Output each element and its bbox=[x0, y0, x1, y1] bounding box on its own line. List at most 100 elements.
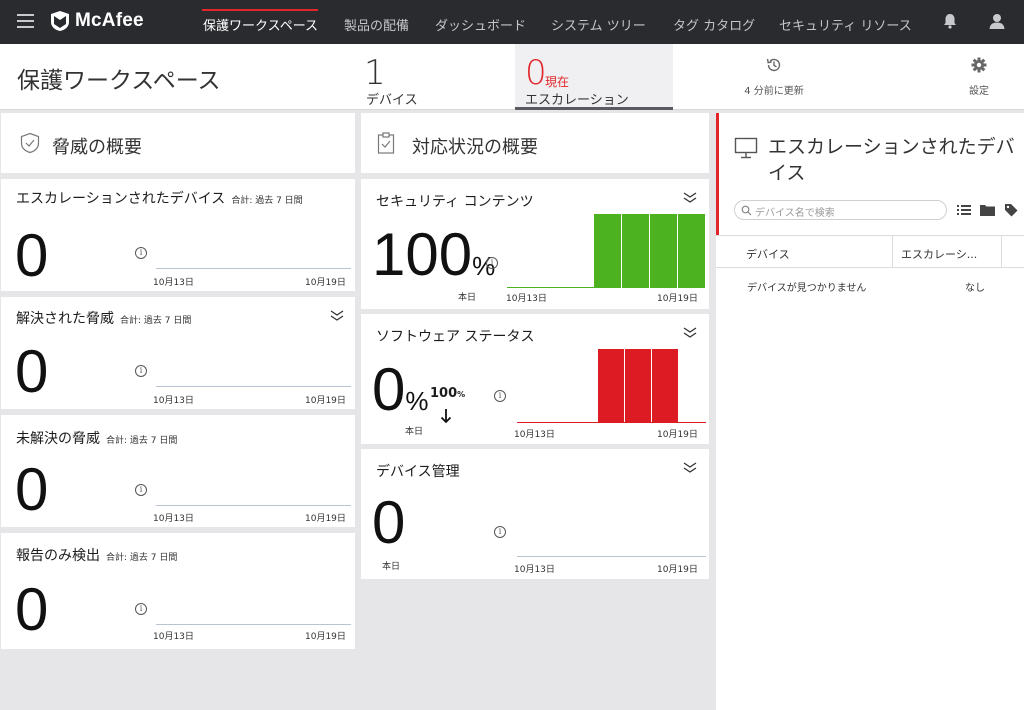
updated-text: 4 分前に更新 bbox=[744, 86, 804, 97]
info-icon[interactable]: i bbox=[494, 390, 506, 402]
widget-value: 0 bbox=[15, 222, 49, 289]
unresolved-threats-widget[interactable]: 未解決の脅威 合計: 過去 7 日間 0 i 10月13日 10月19日 bbox=[1, 415, 355, 527]
page-title: 保護ワークスペース bbox=[17, 68, 221, 94]
info-icon[interactable]: i bbox=[135, 603, 147, 615]
chevron-down-icon[interactable] bbox=[683, 462, 697, 474]
info-icon[interactable]: i bbox=[486, 257, 498, 269]
change-indicator: 100% bbox=[430, 386, 466, 401]
axis-end-label: 10月19日 bbox=[305, 396, 346, 406]
history-icon bbox=[766, 58, 781, 72]
device-table-header: デバイス エスカレーシ... bbox=[716, 235, 1024, 268]
resolved-threats-widget[interactable]: 解決された脅威 合計: 過去 7 日間 0 i 10月13日 10月19日 bbox=[1, 297, 355, 409]
axis-start-label: 10月13日 bbox=[514, 565, 555, 575]
gear-icon bbox=[971, 57, 987, 73]
search-placeholder: デバイス名で検索 bbox=[755, 208, 835, 219]
settings-button[interactable]: 設定 bbox=[962, 56, 996, 97]
tag-icon[interactable] bbox=[1004, 203, 1018, 217]
arrow-down-icon bbox=[440, 409, 452, 424]
nav-product-deployment[interactable]: 製品の配備 bbox=[344, 15, 409, 34]
axis-start-label: 10月13日 bbox=[153, 514, 194, 524]
column-header-device[interactable]: デバイス bbox=[746, 246, 790, 262]
software-status-widget[interactable]: ソフトウェア ステータス 0% 100% 本日 i 10月13日 10月19日 bbox=[361, 314, 709, 444]
axis-start-label: 10月13日 bbox=[153, 396, 194, 406]
nav-security-resources[interactable]: セキュリティ リソース bbox=[779, 15, 912, 34]
baseline bbox=[507, 287, 594, 288]
security-content-trend-chart bbox=[507, 214, 706, 288]
axis-end-label: 10月19日 bbox=[305, 278, 346, 288]
escalated-devices-widget[interactable]: エスカレーションされたデバイス 合計: 過去 7 日間 0 i 10月13日 10… bbox=[1, 179, 355, 291]
panel-accent-bar bbox=[716, 113, 719, 235]
monitor-icon bbox=[734, 137, 758, 159]
nav-protection-workspace[interactable]: 保護ワークスペース bbox=[203, 15, 318, 34]
mcafee-logo[interactable]: McAfee bbox=[50, 10, 144, 32]
bar-day-5 bbox=[622, 214, 649, 288]
axis-end-label: 10月19日 bbox=[657, 565, 698, 575]
chevron-down-icon[interactable] bbox=[330, 310, 344, 322]
widget-value: 0% bbox=[372, 356, 429, 423]
bar-day-6 bbox=[652, 349, 678, 423]
brand-name: McAfee bbox=[75, 10, 144, 31]
column-header-escalation[interactable]: エスカレーシ... bbox=[901, 246, 977, 262]
axis-end-label: 10月19日 bbox=[305, 514, 346, 524]
axis-start-label: 10月13日 bbox=[153, 632, 194, 642]
widget-title: 報告のみ検出 合計: 過去 7 日間 bbox=[16, 548, 178, 564]
column-divider[interactable] bbox=[1001, 236, 1002, 267]
empty-value: なし bbox=[965, 283, 985, 294]
devices-label: デバイス bbox=[366, 93, 418, 108]
workspace-header: 保護ワークスペース 1 デバイス 0 現在 エスカレーション 4 分前に更新 設… bbox=[0, 44, 1024, 110]
chevron-down-icon[interactable] bbox=[683, 327, 697, 339]
bar-day-6 bbox=[650, 214, 677, 288]
bell-icon[interactable] bbox=[941, 12, 959, 30]
widget-title: 未解決の脅威 合計: 過去 7 日間 bbox=[16, 431, 178, 447]
response-overview-header: 対応状況の概要 bbox=[361, 113, 709, 173]
info-icon[interactable]: i bbox=[135, 247, 147, 259]
widget-title: 解決された脅威 合計: 過去 7 日間 bbox=[16, 311, 192, 327]
nav-system-tree[interactable]: システム ツリー bbox=[551, 15, 646, 34]
escalation-current-label: 現在 bbox=[545, 75, 570, 89]
trend-baseline bbox=[156, 268, 351, 269]
info-icon[interactable]: i bbox=[494, 526, 506, 538]
widget-title: ソフトウェア ステータス bbox=[376, 329, 535, 345]
device-management-widget[interactable]: デバイス管理 0 本日 i 10月13日 10月19日 bbox=[361, 449, 709, 579]
devices-count: 1 bbox=[364, 53, 386, 93]
mcafee-shield-icon bbox=[51, 11, 69, 31]
escalation-label: エスカレーション bbox=[525, 93, 629, 108]
escalation-kpi[interactable]: 0 現在 エスカレーション bbox=[515, 44, 673, 110]
list-view-icon[interactable] bbox=[957, 204, 971, 216]
bar-day-5 bbox=[625, 349, 651, 423]
hamburger-menu-icon[interactable] bbox=[17, 14, 34, 28]
threat-overview-title: 脅威の概要 bbox=[52, 137, 142, 158]
security-content-widget[interactable]: セキュリティ コンテンツ 100% 本日 i 10月13日 10月19日 bbox=[361, 179, 709, 309]
empty-message: デバイスが見つかりません bbox=[747, 283, 867, 294]
top-navigation-bar: McAfee 保護ワークスペース 製品の配備 ダッシュボード システム ツリー … bbox=[0, 0, 1024, 44]
escalated-devices-panel: エスカレーションされたデバイス デバイス名で検索 デバイス エスカレーシ... … bbox=[716, 113, 1024, 710]
widget-title: セキュリティ コンテンツ bbox=[376, 194, 534, 210]
user-icon[interactable] bbox=[988, 12, 1006, 30]
widget-value: 0 bbox=[15, 576, 49, 643]
search-icon bbox=[741, 205, 752, 216]
axis-start-label: 10月13日 bbox=[514, 430, 555, 440]
nav-dashboards[interactable]: ダッシュボード bbox=[435, 15, 526, 34]
folder-icon[interactable] bbox=[980, 204, 995, 216]
active-tab-indicator bbox=[202, 9, 318, 11]
widget-value: 0 bbox=[372, 489, 406, 556]
refresh-status[interactable]: 4 分前に更新 bbox=[742, 56, 806, 97]
bar-day-7 bbox=[678, 214, 705, 288]
device-search-input[interactable]: デバイス名で検索 bbox=[734, 200, 947, 220]
nav-tag-catalog[interactable]: タグ カタログ bbox=[673, 15, 755, 34]
info-icon[interactable]: i bbox=[135, 484, 147, 496]
axis-end-label: 10月19日 bbox=[657, 294, 698, 304]
widget-title: デバイス管理 bbox=[376, 464, 460, 480]
response-overview-title: 対応状況の概要 bbox=[412, 137, 538, 158]
bar-day-4 bbox=[598, 349, 624, 423]
report-only-detections-widget[interactable]: 報告のみ検出 合計: 過去 7 日間 0 i 10月13日 10月19日 bbox=[1, 533, 355, 649]
panel-title: エスカレーションされたデバイス bbox=[768, 136, 1015, 184]
widget-value: 0 bbox=[15, 456, 49, 523]
today-label: 本日 bbox=[382, 562, 401, 572]
chevron-down-icon[interactable] bbox=[683, 192, 697, 204]
column-divider[interactable] bbox=[892, 236, 893, 267]
today-label: 本日 bbox=[405, 427, 424, 437]
clipboard-check-icon bbox=[377, 132, 395, 154]
info-icon[interactable]: i bbox=[135, 365, 147, 377]
widget-title: エスカレーションされたデバイス 合計: 過去 7 日間 bbox=[16, 191, 303, 207]
